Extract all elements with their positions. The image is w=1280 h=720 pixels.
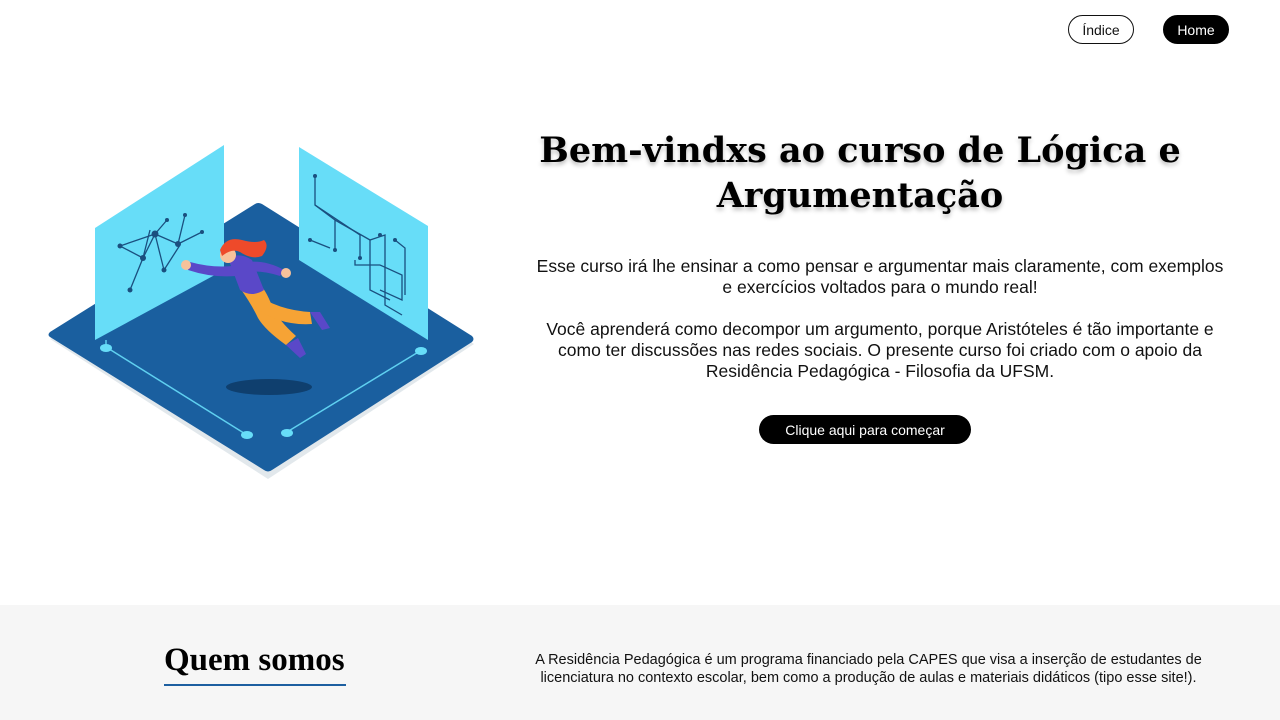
hero-paragraph-1: Esse curso irá lhe ensinar a como pensar…	[536, 256, 1224, 297]
about-title-underline	[164, 684, 346, 686]
about-section: Quem somos A Residência Pedagógica é um …	[0, 605, 1280, 720]
about-text: A Residência Pedagógica é um programa fi…	[535, 652, 1202, 686]
hero-paragraph-2: Você aprenderá como decompor um argument…	[546, 319, 1214, 381]
nav-home-button[interactable]: Home	[1163, 15, 1229, 44]
hero-title: Bem-vindxs ao curso de Lógica e Argument…	[539, 130, 1181, 216]
start-course-button[interactable]: Clique aqui para começar	[759, 415, 971, 444]
about-title: Quem somos	[164, 642, 345, 678]
hero-illustration	[40, 140, 480, 485]
nav-indice-button[interactable]: Índice	[1068, 15, 1134, 44]
hero-description: Esse curso irá lhe ensinar a como pensar…	[530, 256, 1230, 382]
